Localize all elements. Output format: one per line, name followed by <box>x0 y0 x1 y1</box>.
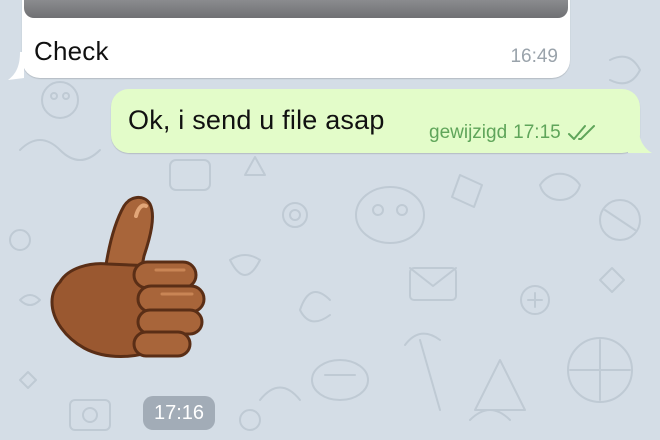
outgoing-message-bubble[interactable]: Ok, i send u file asap gewijzigd 17:15 <box>111 89 640 153</box>
incoming-image-attachment[interactable] <box>24 0 568 18</box>
sticker-time: 17:16 <box>143 396 215 430</box>
outgoing-message-text: Ok, i send u file asap <box>128 105 385 135</box>
double-check-icon <box>567 125 595 140</box>
incoming-message-time: 16:49 <box>510 46 558 67</box>
outgoing-message-time: 17:15 <box>513 122 561 143</box>
outgoing-message-meta: gewijzigd 17:15 <box>429 122 597 144</box>
outgoing-bubble-tail <box>628 123 652 153</box>
incoming-message-text: Check <box>34 36 109 66</box>
incoming-bubble-tail <box>8 52 24 80</box>
edited-label: gewijzigd <box>429 122 508 143</box>
incoming-message-bubble[interactable]: Check 16:49 <box>22 0 570 78</box>
thumbs-up-sticker[interactable] <box>46 190 210 370</box>
